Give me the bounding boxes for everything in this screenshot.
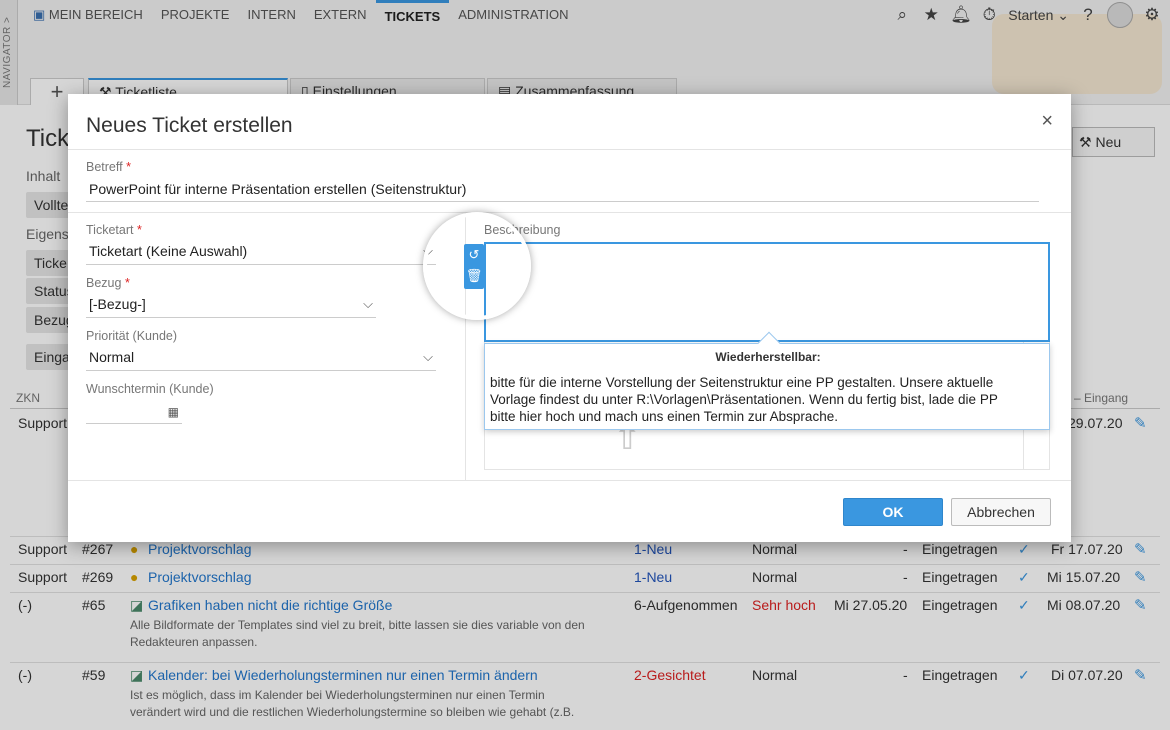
ok-button[interactable]: OK [843,498,943,526]
betreff-label: Betreff * [86,160,131,174]
new-ticket-dialog: Neues Ticket erstellen × Betreff * Power… [68,94,1071,542]
ticketart-label: Ticketart * [86,223,142,237]
divider [68,149,1071,150]
divider [68,212,1071,213]
dialog-title: Neues Ticket erstellen [86,114,293,137]
restore-tooltip[interactable]: Wiederherstellbar: bitte für die interne… [484,331,1050,430]
wunschtermin-label: Wunschtermin (Kunde) [86,382,214,396]
betreff-input[interactable]: PowerPoint für interne Präsentation erst… [86,178,1039,202]
prioritaet-select[interactable]: Normal ⌵ [86,346,436,371]
close-icon[interactable]: × [1041,110,1053,133]
beschreibung-textarea[interactable] [484,242,1050,342]
bezug-label: Bezug * [86,276,130,290]
prioritaet-label: Priorität (Kunde) [86,329,178,343]
chevron-down-icon: ⌵ [363,296,373,311]
tooltip-title: Wiederherstellbar: [715,350,821,364]
wunschtermin-input[interactable]: ▦ [86,402,182,424]
calendar-icon[interactable]: ▦ [168,405,179,419]
chevron-down-icon: ⌵ [423,349,433,364]
ticketart-select[interactable]: Ticketart (Keine Auswahl) ⌵ [86,240,436,265]
cancel-button[interactable]: Abbrechen [951,498,1051,526]
bezug-select[interactable]: [-Bezug-] ⌵ [86,293,376,318]
divider [68,480,1071,481]
tooltip-text: bitte für die interne Vorstellung der Se… [490,375,998,424]
magnifier-highlight [423,212,531,320]
